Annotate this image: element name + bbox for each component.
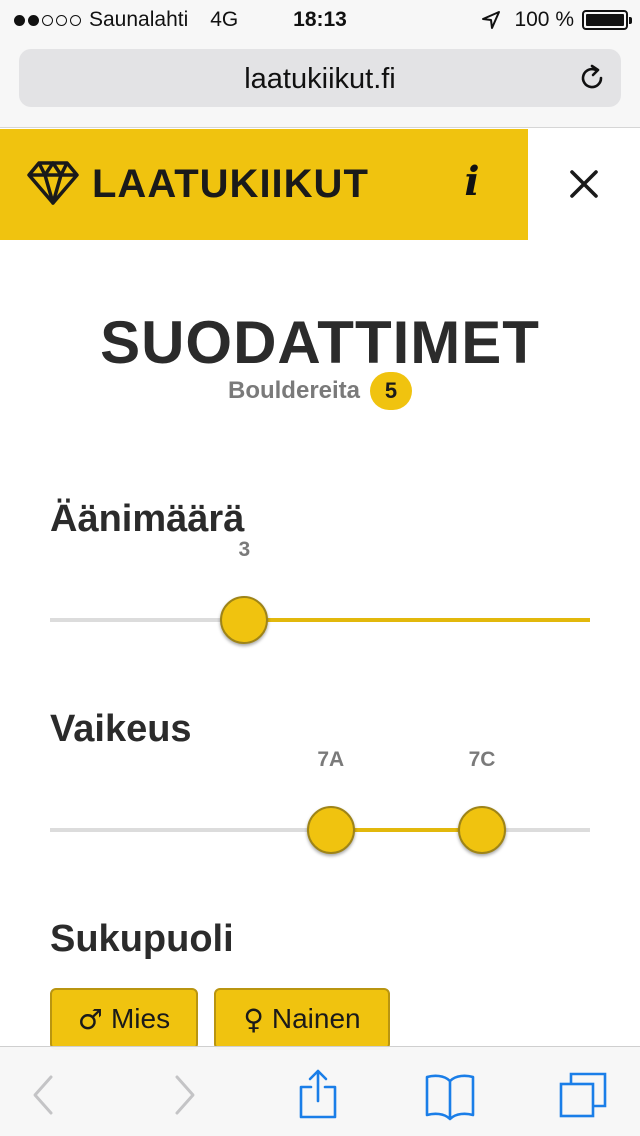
location-arrow-icon xyxy=(482,11,501,29)
app-header: LAATUKIIKUT i xyxy=(0,129,528,240)
slider-range xyxy=(244,618,590,622)
difficulty-min-handle[interactable] xyxy=(306,806,355,854)
url-text[interactable]: laatukiikut.fi xyxy=(19,63,621,96)
result-label: Bouldereita xyxy=(227,377,361,404)
difficulty-min-label: 7A xyxy=(317,748,345,771)
status-right: 100 % xyxy=(480,8,632,32)
volume-slider-handle[interactable] xyxy=(220,596,269,644)
result-summary: Bouldereita 5 xyxy=(0,372,640,410)
gender-heading: Sukupuoli xyxy=(50,918,234,960)
info-button[interactable]: i xyxy=(452,157,492,207)
volume-heading: Äänimäärä xyxy=(50,498,245,540)
result-count-badge: 5 xyxy=(370,372,413,410)
difficulty-max-label: 7C xyxy=(468,748,496,771)
reload-icon[interactable] xyxy=(577,63,607,93)
status-bar: Saunalahti 4G 18:13 100 % xyxy=(0,0,640,40)
page-title: SUODATTIMET xyxy=(100,309,540,376)
bookmarks-icon[interactable] xyxy=(424,1069,476,1121)
difficulty-range-slider[interactable]: 7A 7C xyxy=(50,748,590,860)
share-icon[interactable] xyxy=(292,1069,344,1121)
diamond-logo-icon xyxy=(27,161,79,205)
gender-male-label: Mies xyxy=(110,1003,171,1034)
gender-female-label: Nainen xyxy=(271,1003,361,1034)
difficulty-max-handle[interactable] xyxy=(458,806,506,854)
battery-percent: 100 % xyxy=(514,8,574,31)
forward-arrow-icon[interactable] xyxy=(158,1069,210,1121)
volume-slider[interactable]: 3 xyxy=(50,538,590,650)
browser-toolbar xyxy=(0,1046,640,1136)
browser-address-area: laatukiikut.fi xyxy=(0,40,640,128)
difficulty-heading: Vaikeus xyxy=(50,708,192,750)
male-symbol-icon: ♂ xyxy=(77,1002,103,1036)
female-symbol-icon: ♀ xyxy=(243,1002,264,1036)
gender-female-button[interactable]: ♀ Nainen xyxy=(214,988,390,1050)
back-arrow-icon[interactable] xyxy=(18,1069,70,1121)
close-icon[interactable] xyxy=(558,158,610,210)
battery-icon xyxy=(582,10,632,30)
address-bar[interactable]: laatukiikut.fi xyxy=(19,49,621,107)
logo-text[interactable]: LAATUKIIKUT xyxy=(92,162,369,207)
volume-value-label: 3 xyxy=(238,538,251,561)
tabs-icon[interactable] xyxy=(558,1069,610,1121)
gender-male-button[interactable]: ♂ Mies xyxy=(50,988,198,1050)
